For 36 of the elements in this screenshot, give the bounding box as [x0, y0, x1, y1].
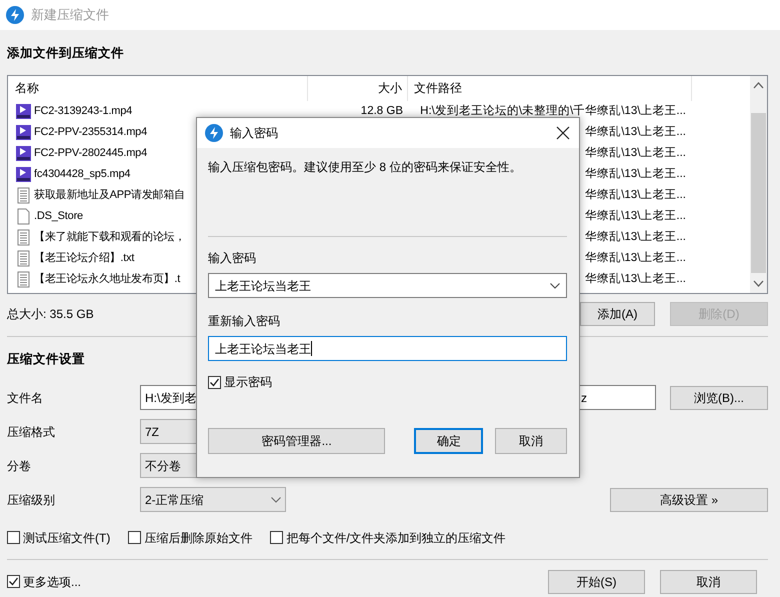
password-label: 输入密码 [208, 250, 257, 267]
section-title: 添加文件到压缩文件 [7, 45, 125, 62]
file-path: 华缭乱\13\上老王... [585, 230, 686, 243]
file-size: 12.8 GB [360, 104, 403, 117]
field-label: 分卷 [7, 458, 32, 474]
option-label: 把每个文件/文件夹添加到独立的压缩文件 [286, 530, 506, 546]
window-title: 新建压缩文件 [31, 6, 109, 24]
field-label: 压缩格式 [7, 424, 56, 440]
file-name: .DS_Store [34, 209, 83, 224]
file-name: fc4304428_sp5.mp4 [34, 167, 130, 182]
option-label: 测试压缩文件(T) [23, 530, 110, 546]
show-password-label: 显示密码 [224, 374, 272, 391]
file-path: 华缭乱\13\上老王... [585, 272, 686, 285]
file-path: H:\发到老王论坛的\未整理的\千华缭乱\13\上老王... [420, 104, 686, 117]
confirm-password-label: 重新输入密码 [208, 313, 281, 330]
file-name: FC2-3139243-1.mp4 [34, 104, 132, 119]
dialog-title: 输入密码 [230, 125, 278, 142]
total-size: 总大小: 35.5 GB [7, 306, 94, 323]
file-name: 【老王论坛介绍】.txt [34, 250, 134, 266]
dialog-message: 输入压缩包密码。建议使用至少 8 位的密码来保证安全性。 [208, 159, 522, 176]
file-path: 华缭乱\13\上老王... [585, 126, 686, 138]
file-name: 【来了就能下载和观看的论坛， [34, 230, 186, 245]
settings-title: 压缩文件设置 [7, 350, 86, 368]
field-label: 压缩级别 [7, 492, 56, 508]
field-label: 文件名 [7, 390, 44, 406]
file-path: 华缭乱\13\上老王... [585, 168, 686, 180]
file-name: 【老王论坛永久地址发布页】.t [34, 272, 180, 287]
file-name: FC2-PPV-2355314.mp4 [34, 125, 147, 140]
more-options-label: 更多选项... [23, 574, 82, 590]
file-path: 华缭乱\13\上老王... [585, 146, 686, 159]
file-name: 获取最新地址及APP请发邮箱自 [34, 188, 186, 203]
option-label: 压缩后删除原始文件 [144, 530, 252, 546]
file-path: 华缭乱\13\上老王... [585, 188, 686, 201]
file-path: 华缭乱\13\上老王... [585, 252, 686, 264]
file-path: 华缭乱\13\上老王... [585, 210, 686, 222]
file-name: FC2-PPV-2802445.mp4 [34, 146, 147, 161]
